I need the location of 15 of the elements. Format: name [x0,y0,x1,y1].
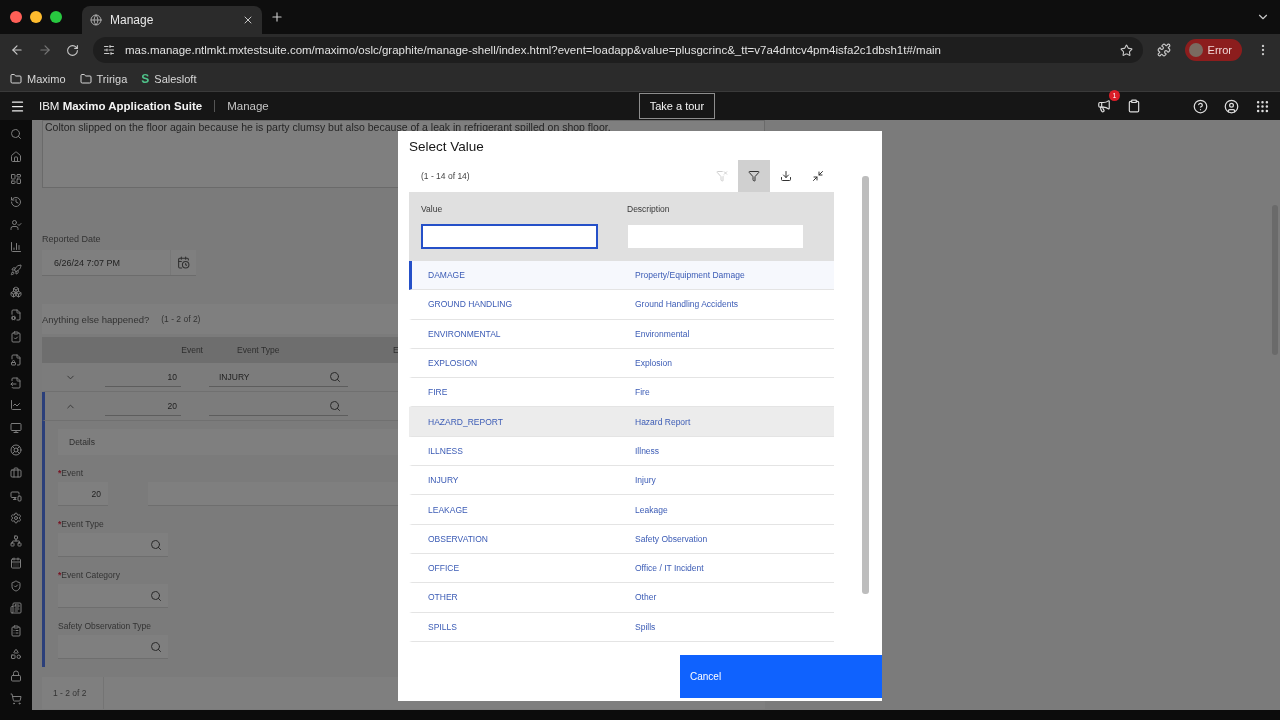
field-label: Safety Observation Type [58,621,151,631]
column-header: Value [421,204,444,214]
field-label: *Event Category [58,570,120,580]
field-label: *Event [58,468,84,478]
field-label: Reported Date [42,234,102,244]
column-header: Description [627,204,671,214]
section-title: Anything else happened? [42,313,150,325]
record-count: (1 - 14 of 14) [420,171,471,181]
app-brand: IBM Maximo Application Suite [39,100,216,112]
details-header: Details [58,429,398,455]
app-name: Manage [227,100,269,112]
field-label: *Event Type [58,519,104,529]
record-count: (1 - 2 of 2) [161,314,201,324]
dialog-title: Select Value [409,139,485,154]
pagination-text: 1 - 2 of 2 [42,677,104,709]
